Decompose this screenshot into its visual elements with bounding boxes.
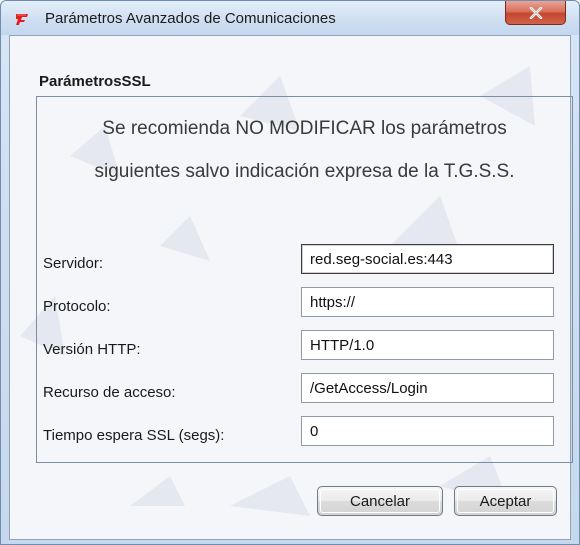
- server-input[interactable]: [301, 244, 554, 274]
- ssl-parameters-group: [36, 96, 573, 463]
- section-title: ParámetrosSSL: [39, 73, 151, 90]
- dialog-window: Parámetros Avanzados de Comunicaciones P: [0, 0, 580, 545]
- accept-button[interactable]: Aceptar: [454, 486, 557, 516]
- warning-notice-line1: Se recomienda NO MODIFICAR los parámetro…: [102, 118, 507, 139]
- server-label: Servidor:: [43, 255, 104, 272]
- app-logo-icon: [16, 14, 28, 25]
- warning-notice-line2: siguientes salvo indicación expresa de l…: [94, 161, 515, 182]
- http-version-label: Versión HTTP:: [43, 341, 141, 358]
- protocol-label: Protocolo:: [43, 298, 111, 315]
- access-resource-label: Recurso de acceso:: [43, 384, 176, 401]
- access-resource-input[interactable]: [301, 373, 554, 403]
- close-button[interactable]: [505, 1, 566, 25]
- cancel-button-label: Cancelar: [349, 492, 411, 510]
- window-title: Parámetros Avanzados de Comunicaciones: [45, 10, 336, 27]
- protocol-input[interactable]: [301, 287, 554, 317]
- ssl-timeout-input[interactable]: [301, 416, 554, 446]
- title-bar[interactable]: Parámetros Avanzados de Comunicaciones: [1, 1, 579, 35]
- http-version-input[interactable]: [301, 330, 554, 360]
- close-icon: [529, 6, 542, 19]
- cancel-button[interactable]: Cancelar: [317, 486, 443, 516]
- accept-button-label: Aceptar: [479, 492, 532, 510]
- ssl-timeout-label: Tiempo espera SSL (segs):: [43, 427, 225, 444]
